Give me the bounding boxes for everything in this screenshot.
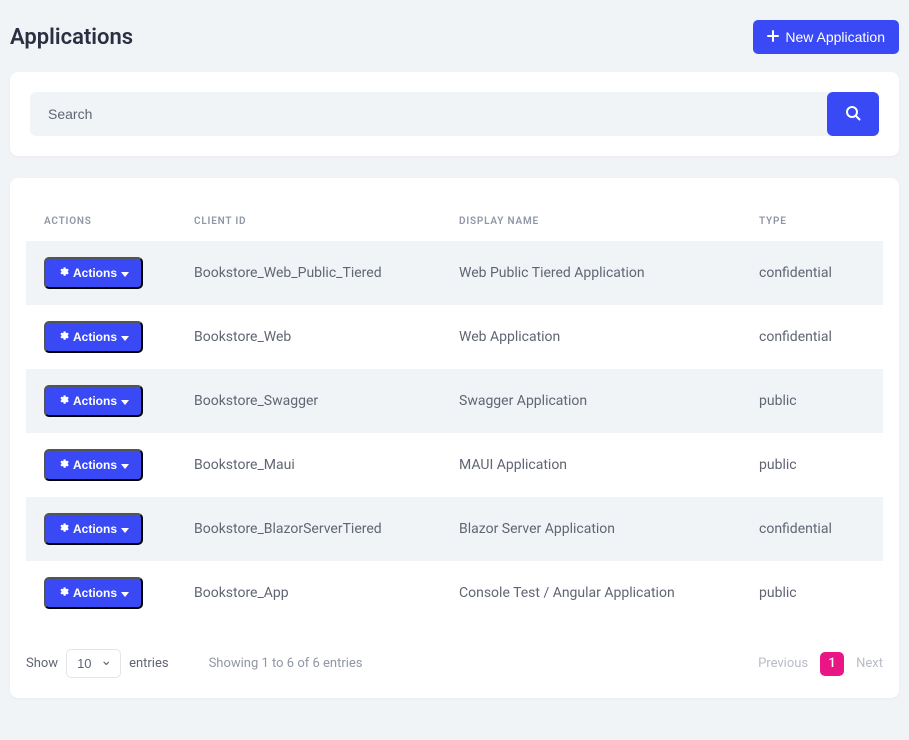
cell-display-name: Console Test / Angular Application xyxy=(441,561,741,625)
table-row: Actions Bookstore_MauiMAUI Applicationpub… xyxy=(26,433,883,497)
table-row: Actions Bookstore_Web_Public_TieredWeb Pu… xyxy=(26,241,883,305)
cell-type: confidential xyxy=(741,305,883,369)
actions-button[interactable]: Actions xyxy=(44,385,143,417)
actions-button[interactable]: Actions xyxy=(44,257,143,289)
cell-client-id: Bookstore_Web xyxy=(176,305,441,369)
gear-icon xyxy=(58,394,69,408)
actions-button-label: Actions xyxy=(73,522,117,536)
cell-type: confidential xyxy=(741,241,883,305)
col-header-type[interactable]: Type xyxy=(741,206,883,241)
page-title: Applications xyxy=(10,25,133,50)
gear-icon xyxy=(58,458,69,472)
cell-display-name: Swagger Application xyxy=(441,369,741,433)
plus-icon xyxy=(767,29,779,45)
col-header-display-name[interactable]: Display Name xyxy=(441,206,741,241)
cell-display-name: Web Application xyxy=(441,305,741,369)
actions-button-label: Actions xyxy=(73,394,117,408)
actions-button[interactable]: Actions xyxy=(44,513,143,545)
show-label: Show xyxy=(26,656,58,671)
col-header-actions[interactable]: Actions xyxy=(26,206,176,241)
caret-down-icon xyxy=(121,522,129,536)
caret-down-icon xyxy=(121,586,129,600)
actions-button-label: Actions xyxy=(73,330,117,344)
cell-type: public xyxy=(741,433,883,497)
table-row: Actions Bookstore_AppConsole Test / Angul… xyxy=(26,561,883,625)
actions-button[interactable]: Actions xyxy=(44,577,143,609)
search-icon xyxy=(845,105,861,124)
cell-type: public xyxy=(741,369,883,433)
new-application-label: New Application xyxy=(785,29,885,45)
cell-client-id: Bookstore_App xyxy=(176,561,441,625)
caret-down-icon xyxy=(121,266,129,280)
search-input[interactable] xyxy=(30,92,831,136)
search-button[interactable] xyxy=(827,92,879,136)
entries-info: Showing 1 to 6 of 6 entries xyxy=(209,656,363,671)
pager-next[interactable]: Next xyxy=(856,656,883,671)
page-size-select[interactable]: 10 xyxy=(66,649,121,678)
table-row: Actions Bookstore_SwaggerSwagger Applicat… xyxy=(26,369,883,433)
applications-table-card: Actions Client Id Display Name Type Acti… xyxy=(10,178,899,698)
cell-display-name: MAUI Application xyxy=(441,433,741,497)
cell-display-name: Web Public Tiered Application xyxy=(441,241,741,305)
entries-label: entries xyxy=(129,656,169,671)
applications-table: Actions Client Id Display Name Type Acti… xyxy=(26,206,883,625)
new-application-button[interactable]: New Application xyxy=(753,20,899,54)
col-header-client-id[interactable]: Client Id xyxy=(176,206,441,241)
gear-icon xyxy=(58,330,69,344)
actions-button[interactable]: Actions xyxy=(44,321,143,353)
caret-down-icon xyxy=(121,458,129,472)
cell-client-id: Bookstore_Web_Public_Tiered xyxy=(176,241,441,305)
gear-icon xyxy=(58,266,69,280)
actions-button-label: Actions xyxy=(73,266,117,280)
pager-previous[interactable]: Previous xyxy=(758,656,808,671)
table-footer: Show 10 entries Showing 1 to 6 of 6 entr… xyxy=(26,649,883,678)
actions-button[interactable]: Actions xyxy=(44,449,143,481)
cell-client-id: Bookstore_Swagger xyxy=(176,369,441,433)
table-row: Actions Bookstore_BlazorServerTieredBlazo… xyxy=(26,497,883,561)
gear-icon xyxy=(58,586,69,600)
cell-client-id: Bookstore_Maui xyxy=(176,433,441,497)
cell-display-name: Blazor Server Application xyxy=(441,497,741,561)
cell-type: public xyxy=(741,561,883,625)
cell-type: confidential xyxy=(741,497,883,561)
search-panel xyxy=(10,72,899,156)
actions-button-label: Actions xyxy=(73,458,117,472)
page-header: Applications New Application xyxy=(10,20,899,54)
actions-button-label: Actions xyxy=(73,586,117,600)
caret-down-icon xyxy=(121,330,129,344)
gear-icon xyxy=(58,522,69,536)
caret-down-icon xyxy=(121,394,129,408)
pager-current-page[interactable]: 1 xyxy=(820,652,844,676)
cell-client-id: Bookstore_BlazorServerTiered xyxy=(176,497,441,561)
table-row: Actions Bookstore_WebWeb Applicationconfi… xyxy=(26,305,883,369)
